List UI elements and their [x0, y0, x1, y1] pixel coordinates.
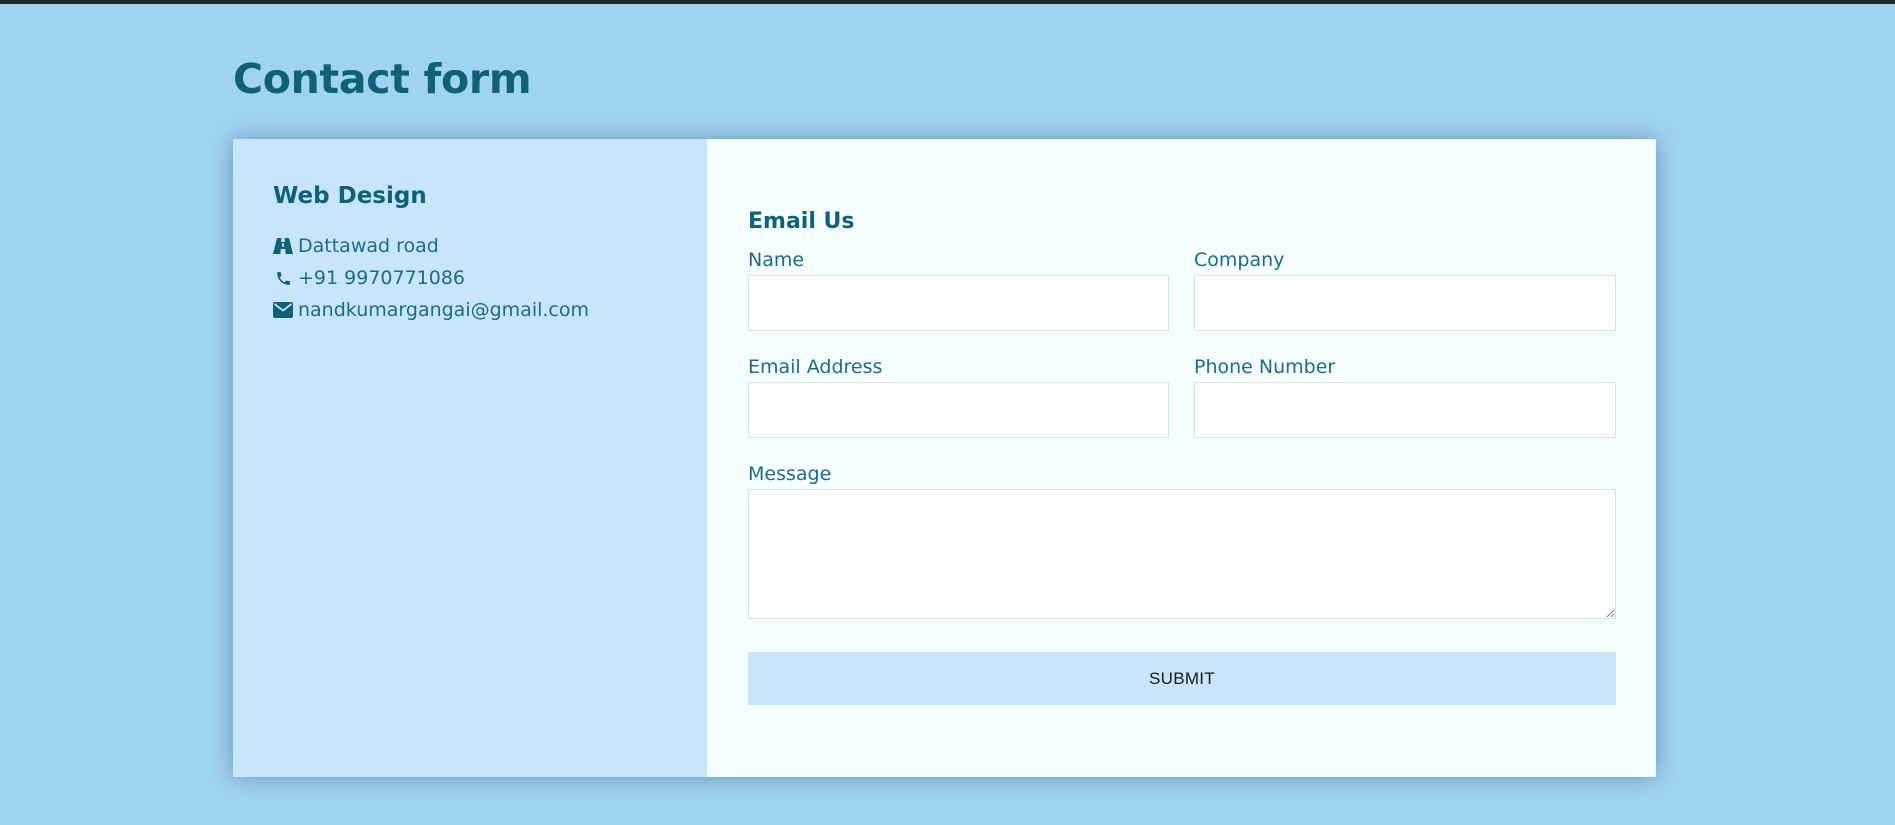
road-icon: [273, 236, 293, 256]
message-field-group: Message: [748, 462, 1616, 619]
page-title: Contact form: [233, 55, 532, 103]
message-label: Message: [748, 463, 832, 485]
company-input[interactable]: [1194, 275, 1616, 331]
contact-form-panel: Email Us Name Company Email Address Phon…: [707, 139, 1656, 777]
address-text: Dattawad road: [298, 235, 439, 257]
contact-item-address: Dattawad road: [273, 230, 667, 262]
contact-item-email: nandkumargangai@gmail.com: [273, 294, 667, 326]
company-label: Company: [1194, 249, 1285, 271]
phone-input[interactable]: [1194, 382, 1616, 438]
contact-item-phone: +91 9970771086: [273, 262, 667, 294]
phone-field-group: Phone Number: [1194, 355, 1616, 438]
submit-button[interactable]: SUBMIT: [748, 652, 1616, 705]
name-field-group: Name: [748, 248, 1169, 331]
email-field-group: Email Address: [748, 355, 1169, 438]
company-field-group: Company: [1194, 248, 1616, 331]
name-label: Name: [748, 249, 805, 271]
contact-card: Web Design Dattawad road +91 9970771086 …: [233, 139, 1656, 777]
contact-info-panel: Web Design Dattawad road +91 9970771086 …: [233, 139, 707, 777]
email-input[interactable]: [748, 382, 1169, 438]
form-title: Email Us: [748, 209, 855, 234]
name-input[interactable]: [748, 275, 1169, 331]
message-textarea[interactable]: [748, 489, 1616, 619]
phone-icon: [273, 268, 293, 288]
contact-form: Name Company Email Address Phone Number …: [748, 248, 1616, 705]
phone-label: Phone Number: [1194, 356, 1336, 378]
contact-list: Dattawad road +91 9970771086 nandkumarga…: [273, 230, 667, 326]
company-name: Web Design: [273, 183, 427, 209]
form-grid: Name Company Email Address Phone Number …: [748, 248, 1616, 652]
phone-text: +91 9970771086: [298, 267, 466, 289]
envelope-icon: [273, 300, 293, 320]
email-text: nandkumargangai@gmail.com: [298, 299, 589, 321]
browser-top-bar: [0, 0, 1895, 4]
email-label: Email Address: [748, 356, 883, 378]
